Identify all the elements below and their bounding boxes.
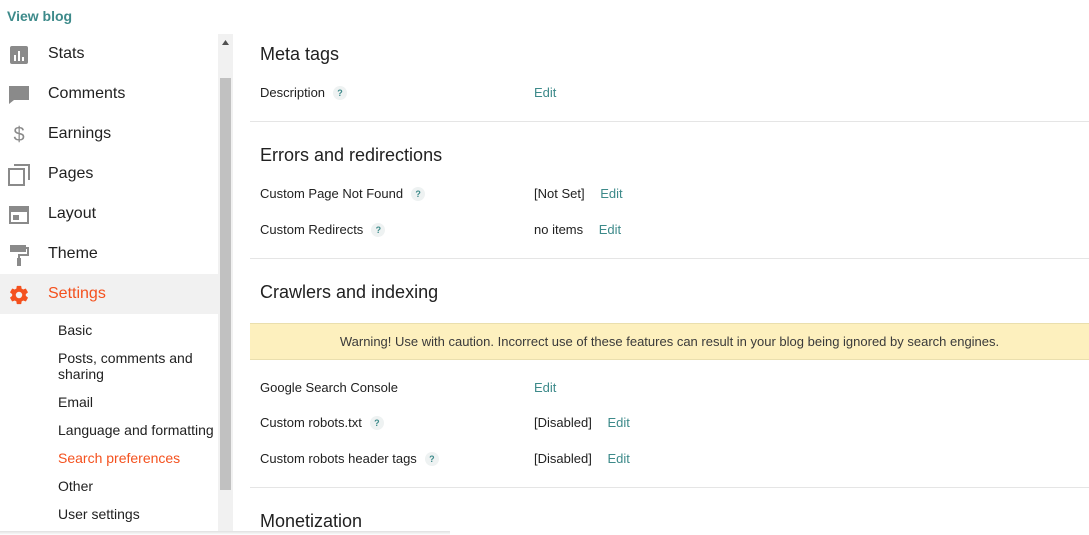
paint-roller-icon bbox=[8, 244, 30, 266]
subnav-search-preferences[interactable]: Search preferences bbox=[58, 450, 218, 466]
custom-redirects-value: no items bbox=[534, 222, 584, 237]
subnav-language-formatting[interactable]: Language and formatting bbox=[58, 422, 218, 438]
sidebar-item-label: Theme bbox=[48, 245, 98, 262]
row-description: Description ? bbox=[260, 85, 348, 100]
layout-icon bbox=[8, 204, 30, 226]
description-label: Description bbox=[260, 85, 326, 100]
row-google-search-console: Google Search Console bbox=[260, 380, 398, 395]
main-content: Meta tags Description ? Edit Errors and … bbox=[250, 34, 1089, 535]
sidebar-item-label: Earnings bbox=[48, 125, 112, 142]
custom-redirects-label: Custom Redirects bbox=[260, 222, 364, 237]
subnav-other[interactable]: Other bbox=[58, 478, 218, 494]
google-search-console-label: Google Search Console bbox=[260, 380, 399, 395]
row-custom-page-not-found: Custom Page Not Found ? bbox=[260, 186, 426, 201]
sidebar-item-settings[interactable]: Settings bbox=[0, 274, 218, 314]
gear-icon bbox=[8, 284, 30, 306]
dollar-icon: $ bbox=[13, 123, 25, 146]
row-custom-robots-txt: Custom robots.txt ? bbox=[260, 415, 384, 430]
custom-redirects-edit-link[interactable]: Edit bbox=[599, 222, 621, 237]
custom-page-not-found-value-group: [Not Set] Edit bbox=[534, 186, 623, 201]
sidebar-item-label: Stats bbox=[48, 45, 85, 62]
comment-icon bbox=[8, 84, 30, 106]
sidebar-item-label: Settings bbox=[48, 285, 106, 302]
custom-robots-txt-value: [Disabled] bbox=[534, 415, 592, 430]
description-edit-link[interactable]: Edit bbox=[534, 85, 556, 100]
scrollbar-thumb[interactable] bbox=[220, 78, 231, 490]
custom-robots-header-tags-label: Custom robots header tags bbox=[260, 451, 417, 466]
help-icon[interactable]: ? bbox=[371, 222, 386, 237]
divider bbox=[250, 121, 1089, 122]
view-blog-link[interactable]: View blog bbox=[7, 8, 72, 24]
row-custom-redirects: Custom Redirects ? bbox=[260, 222, 386, 237]
section-title-crawlers: Crawlers and indexing bbox=[260, 282, 439, 302]
google-search-console-edit-link[interactable]: Edit bbox=[534, 380, 556, 395]
top-bar: View blog bbox=[0, 0, 1089, 34]
custom-robots-txt-value-group: [Disabled] Edit bbox=[534, 415, 630, 430]
stats-icon bbox=[8, 44, 30, 66]
custom-robots-header-tags-value: [Disabled] bbox=[534, 451, 592, 466]
section-title-meta-tags: Meta tags bbox=[260, 44, 340, 64]
divider bbox=[250, 258, 1089, 259]
help-icon[interactable]: ? bbox=[333, 85, 348, 100]
sidebar-item-pages[interactable]: Pages bbox=[0, 154, 218, 194]
sidebar-item-stats[interactable]: Stats bbox=[0, 34, 218, 74]
help-icon[interactable]: ? bbox=[369, 415, 384, 430]
custom-robots-txt-label: Custom robots.txt bbox=[260, 415, 362, 430]
sidebar-item-layout[interactable]: Layout bbox=[0, 194, 218, 234]
custom-redirects-value-group: no items Edit bbox=[534, 222, 621, 237]
custom-page-not-found-value: [Not Set] bbox=[534, 186, 585, 201]
warning-banner: Warning! Use with caution. Incorrect use… bbox=[250, 323, 1089, 360]
sidebar-item-label: Pages bbox=[48, 165, 94, 182]
pages-icon bbox=[8, 164, 30, 186]
sidebar-item-label: Layout bbox=[48, 205, 97, 222]
custom-page-not-found-edit-link[interactable]: Edit bbox=[600, 186, 622, 201]
sidebar: Stats Comments $ Earnings Pages Layout T… bbox=[0, 34, 218, 535]
row-custom-robots-header-tags: Custom robots header tags ? bbox=[260, 451, 439, 466]
scroll-up-arrow-icon[interactable] bbox=[218, 34, 233, 50]
divider bbox=[250, 487, 1089, 488]
subnav-email[interactable]: Email bbox=[58, 394, 218, 410]
custom-robots-header-tags-edit-link[interactable]: Edit bbox=[607, 451, 629, 466]
sidebar-item-comments[interactable]: Comments bbox=[0, 74, 218, 114]
sidebar-scrollbar[interactable] bbox=[218, 34, 233, 535]
custom-robots-txt-edit-link[interactable]: Edit bbox=[607, 415, 629, 430]
sidebar-item-earnings[interactable]: $ Earnings bbox=[0, 114, 218, 154]
sidebar-item-theme[interactable]: Theme bbox=[0, 234, 218, 274]
bottom-shadow bbox=[0, 531, 450, 535]
custom-page-not-found-label: Custom Page Not Found bbox=[260, 186, 404, 201]
help-icon[interactable]: ? bbox=[411, 186, 426, 201]
help-icon[interactable]: ? bbox=[424, 451, 439, 466]
subnav-basic[interactable]: Basic bbox=[58, 322, 218, 338]
subnav-user-settings[interactable]: User settings bbox=[58, 506, 218, 522]
section-title-monetization: Monetization bbox=[260, 511, 363, 531]
subnav-posts-comments-sharing[interactable]: Posts, comments and sharing bbox=[58, 350, 218, 382]
custom-robots-header-tags-value-group: [Disabled] Edit bbox=[534, 451, 630, 466]
section-title-errors: Errors and redirections bbox=[260, 145, 443, 165]
sidebar-item-label: Comments bbox=[48, 85, 126, 102]
